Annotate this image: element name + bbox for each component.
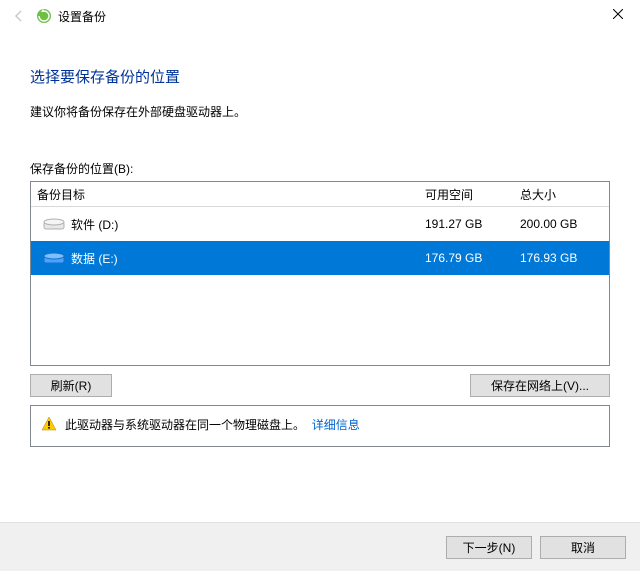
content-area: 选择要保存备份的位置 建议你将备份保存在外部硬盘驱动器上。 保存备份的位置(B)… xyxy=(0,32,640,447)
list-label: 保存备份的位置(B): xyxy=(30,160,610,177)
drive-icon xyxy=(37,216,71,232)
drive-name: 软件 (D:) xyxy=(71,216,118,233)
drive-icon xyxy=(37,250,71,266)
warning-text: 此驱动器与系统驱动器在同一个物理磁盘上。 详细信息 xyxy=(65,416,360,433)
drive-name: 数据 (E:) xyxy=(71,250,118,267)
back-button[interactable] xyxy=(8,5,30,27)
app-icon xyxy=(36,8,52,24)
next-button[interactable]: 下一步(N) xyxy=(446,536,532,559)
cancel-button[interactable]: 取消 xyxy=(540,536,626,559)
title-bar: 设置备份 xyxy=(0,0,640,32)
col-header-target[interactable]: 备份目标 xyxy=(31,186,419,203)
window-title: 设置备份 xyxy=(58,8,106,25)
warning-box: 此驱动器与系统驱动器在同一个物理磁盘上。 详细信息 xyxy=(30,405,610,447)
details-link[interactable]: 详细信息 xyxy=(312,418,360,432)
drive-free: 176.79 GB xyxy=(419,251,514,265)
refresh-button[interactable]: 刷新(R) xyxy=(30,374,112,397)
recommendation-text: 建议你将备份保存在外部硬盘驱动器上。 xyxy=(30,103,610,120)
page-heading: 选择要保存备份的位置 xyxy=(30,66,610,87)
warning-icon xyxy=(41,416,57,432)
list-header: 备份目标 可用空间 总大小 xyxy=(31,182,609,207)
close-button[interactable] xyxy=(595,0,640,28)
dialog-footer: 下一步(N) 取消 xyxy=(0,522,640,571)
drive-free: 191.27 GB xyxy=(419,217,514,231)
drive-total: 176.93 GB xyxy=(514,251,609,265)
col-header-total[interactable]: 总大小 xyxy=(514,186,609,203)
drive-total: 200.00 GB xyxy=(514,217,609,231)
drive-row[interactable]: 数据 (E:) 176.79 GB 176.93 GB xyxy=(31,241,609,275)
save-network-button[interactable]: 保存在网络上(V)... xyxy=(470,374,610,397)
backup-setup-dialog: 设置备份 选择要保存备份的位置 建议你将备份保存在外部硬盘驱动器上。 保存备份的… xyxy=(0,0,640,571)
drive-list[interactable]: 备份目标 可用空间 总大小 软件 (D:) 191.27 GB 200.00 G… xyxy=(30,181,610,366)
drive-row[interactable]: 软件 (D:) 191.27 GB 200.00 GB xyxy=(31,207,609,241)
col-header-free[interactable]: 可用空间 xyxy=(419,186,514,203)
list-buttons: 刷新(R) 保存在网络上(V)... xyxy=(30,374,610,397)
